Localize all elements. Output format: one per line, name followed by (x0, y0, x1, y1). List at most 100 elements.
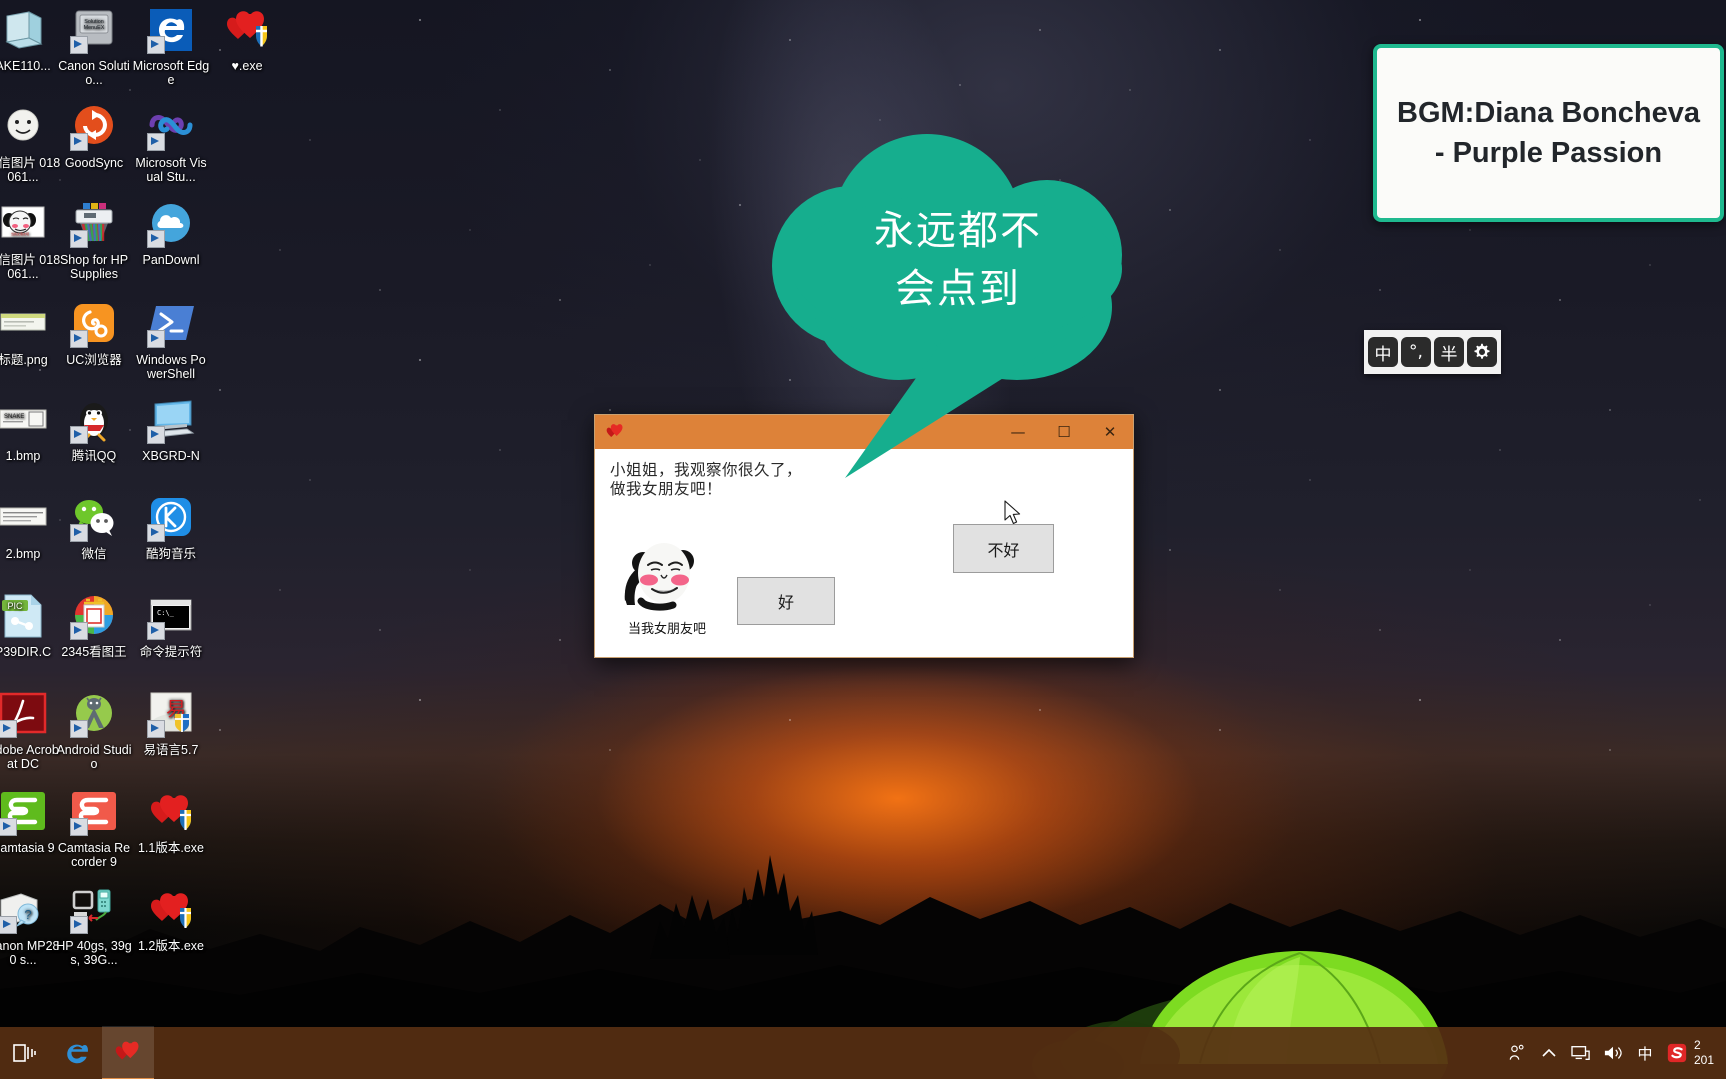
desktop-icon-label: GoodSync (64, 156, 124, 170)
image-file-icon (0, 103, 47, 151)
desktop-icon-windows-powershell[interactable]: Windows PowerShell (132, 300, 210, 381)
ime-chinese-mode-key[interactable]: 中 (1368, 337, 1398, 367)
desktop-icon-version-1-2-exe[interactable]: 1.2版本.exe (132, 886, 210, 953)
desktop-icon-command-prompt[interactable]: C:\_ 命令提示符 (132, 592, 210, 659)
svg-text:?: ? (24, 907, 31, 922)
desktop-icon-2345-picture-viewer[interactable]: 2345看图王 (55, 592, 133, 659)
desktop-icon-version-1-1-exe[interactable]: 1.1版本.exe (132, 788, 210, 855)
ime-punctuation-key[interactable]: °, (1401, 337, 1431, 367)
taskbar-edge[interactable] (50, 1027, 102, 1079)
show-hidden-icons-chevron[interactable] (1534, 1027, 1564, 1079)
desktop-icon-label: Canon Solutio... (58, 59, 130, 87)
desktop-icon-camtasia-9[interactable]: Camtasia 9 (0, 788, 62, 855)
desktop-icon-label: Microsoft Visual Stu... (135, 156, 207, 184)
desktop-icon-label: 微信图片 018061... (0, 253, 61, 281)
desktop-icon-label: HP 40gs, 39gs, 39G... (56, 939, 132, 967)
desktop-icon-android-studio[interactable]: Android Studio (55, 690, 133, 771)
taskbar[interactable]: 中 2 201 (0, 1026, 1726, 1079)
edge-icon (147, 6, 195, 54)
desktop-icon-microsoft-edge[interactable]: Microsoft Edge (132, 6, 210, 87)
desktop[interactable]: AKE110... Solution MenuEX Canon Solutio.… (0, 0, 1726, 1079)
canon-help-icon: ? (0, 886, 47, 934)
desktop-icon-label: 1.bmp (5, 449, 41, 463)
taskbar-clock[interactable]: 2 201 (1694, 1038, 1722, 1068)
clock-date: 201 (1694, 1053, 1715, 1067)
gear-icon (1474, 343, 1490, 359)
system-tray[interactable]: 中 2 201 (1502, 1027, 1726, 1079)
desktop-icon-title-png[interactable]: 标题.png (0, 300, 62, 367)
close-button[interactable]: ✕ (1087, 415, 1133, 449)
desktop-icon-2-bmp[interactable]: 2.bmp (0, 494, 62, 561)
desktop-icon-label: 易语言5.7 (143, 743, 199, 757)
desktop-icon-label: 命令提示符 (139, 645, 203, 659)
desktop-icon-wechat-image-2[interactable]: 当我女朋友吧 微信图片 018061... (0, 200, 62, 281)
desktop-icon-label: Microsoft Edge (132, 59, 210, 87)
taskbar-left[interactable] (0, 1026, 154, 1079)
volume-icon[interactable] (1598, 1027, 1628, 1079)
desktop-icon-label: XBGRD-N (142, 449, 200, 463)
2345-picture-viewer-icon (70, 592, 118, 640)
desktop-icon-adobe-acrobat[interactable]: Adobe Acrobat DC (0, 690, 62, 771)
desktop-icon-1-bmp[interactable]: SNAKE 1.bmp (0, 396, 62, 463)
goodsync-icon (70, 103, 118, 151)
desktop-icon-goodsync[interactable]: GoodSync (55, 103, 133, 170)
desktop-icon-tencent-qq[interactable]: 腾讯QQ (55, 396, 133, 463)
command-prompt-icon: C:\_ (147, 592, 195, 640)
desktop-icon-xbgrd-n[interactable]: XBGRD-N (132, 396, 210, 463)
desktop-icon-visual-studio[interactable]: Microsoft Visual Stu... (132, 103, 210, 184)
canon-solution-menu-icon: Solution MenuEX (70, 6, 118, 54)
kugou-music-icon (147, 494, 195, 542)
desktop-icon-p39dir-c[interactable]: PIC P39DIR.C (0, 592, 62, 659)
desktop-icon-label: 标题.png (0, 353, 48, 367)
panda-meme-caption: 当我女朋友吧 (627, 622, 706, 637)
desktop-icon-hearts-exe[interactable]: ♥.exe (208, 6, 286, 73)
hearts-exe-icon (147, 886, 195, 934)
desktop-icon-canon-solution[interactable]: Solution MenuEX Canon Solutio... (55, 6, 133, 87)
desktop-icon-pandownload[interactable]: PanDownl (132, 200, 210, 267)
desktop-icon-label: 微信图片 018061... (0, 156, 61, 184)
android-studio-icon (70, 690, 118, 738)
svg-text:MenuEX: MenuEX (84, 25, 105, 31)
wechat-icon (70, 494, 118, 542)
desktop-icon-kugou-music[interactable]: 酷狗音乐 (132, 494, 210, 561)
desktop-icon-grid[interactable]: AKE110... Solution MenuEX Canon Solutio.… (0, 0, 267, 1020)
panda-image-icon: 当我女朋友吧 (0, 200, 47, 248)
desktop-icon-shop-for-hp-supplies[interactable]: Shop for HP Supplies (55, 200, 133, 281)
pandownload-icon (147, 200, 195, 248)
desktop-icon-wechat-image-1[interactable]: 微信图片 018061... (0, 103, 62, 184)
png-file-icon (0, 300, 47, 348)
desktop-icon-ake110[interactable]: AKE110... (0, 6, 62, 73)
network-icon[interactable] (1566, 1027, 1596, 1079)
camtasia-recorder-icon (70, 788, 118, 836)
hearts-icon (605, 422, 625, 442)
task-view-icon[interactable] (0, 1027, 50, 1079)
people-icon[interactable] (1502, 1027, 1532, 1079)
ime-halfwidth-key[interactable]: 半 (1434, 337, 1464, 367)
yes-button[interactable]: 好 (737, 577, 835, 625)
desktop-icon-label: ♥.exe (231, 59, 263, 73)
uc-browser-icon (70, 300, 118, 348)
desktop-icon-label: Adobe Acrobat DC (0, 743, 59, 771)
desktop-icon-label: P39DIR.C (0, 645, 52, 659)
desktop-icon-wechat[interactable]: 微信 (55, 494, 133, 561)
desktop-icon-uc-browser[interactable]: UC浏览器 (55, 300, 133, 367)
desktop-icon-label: Shop for HP Supplies (59, 253, 129, 281)
easy-language-icon: 易 (147, 690, 195, 738)
ime-settings-gear-key[interactable] (1467, 337, 1497, 367)
adobe-acrobat-icon (0, 690, 47, 738)
hp-calculator-icon (70, 886, 118, 934)
ime-floating-toolbar[interactable]: 中 °, 半 (1364, 330, 1501, 374)
speech-bubble-text: 永远都不 会点到 (772, 202, 1144, 318)
bmp-file-icon (0, 494, 47, 542)
taskbar-hearts-app[interactable] (102, 1026, 154, 1079)
hearts-exe-icon (115, 1041, 139, 1060)
sogou-input-icon[interactable] (1662, 1027, 1692, 1079)
ime-chinese-indicator[interactable]: 中 (1630, 1027, 1660, 1079)
desktop-icon-hp-calculator[interactable]: HP 40gs, 39gs, 39G... (55, 886, 133, 967)
desktop-icon-easy-language[interactable]: 易 易语言5.7 (132, 690, 210, 757)
desktop-icon-canon-mp280[interactable]: ? Canon MP280 s... (0, 886, 62, 967)
no-button[interactable]: 不好 (953, 524, 1054, 573)
desktop-icon-camtasia-recorder-9[interactable]: Camtasia Recorder 9 (55, 788, 133, 869)
svg-text:PIC: PIC (7, 601, 23, 611)
desktop-icon-label: Canon MP280 s... (0, 939, 60, 967)
